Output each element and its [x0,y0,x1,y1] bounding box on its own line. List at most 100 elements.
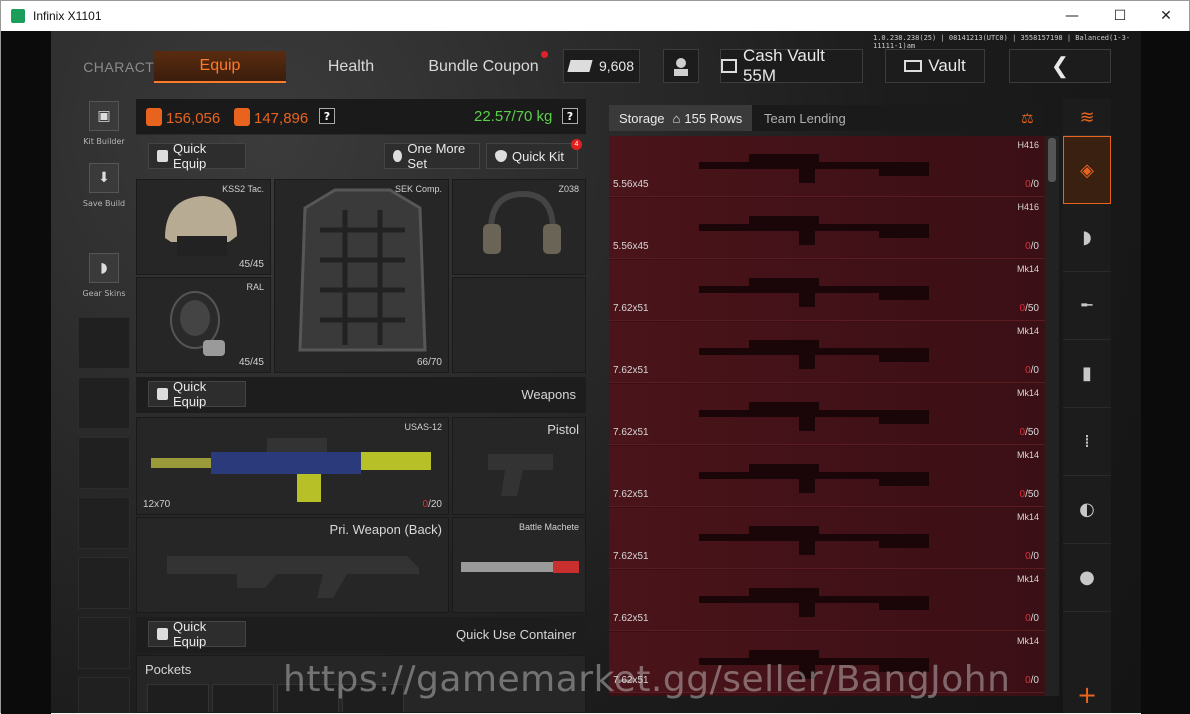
category-rifle-icon[interactable]: ╾ [1063,272,1111,340]
top-nav: CHARACTER Equip Health Bundle Coupon 9,6… [51,31,1141,91]
item-magazine: 0/0 [1025,551,1039,562]
tab-equip[interactable]: Equip [154,51,286,83]
letterbox-left [1,31,51,714]
skin-slot[interactable] [78,437,130,489]
weapon-image [699,216,929,245]
storage-item[interactable]: Mk14 7.62x51 0/50 [609,260,1045,321]
sort-icon[interactable]: ⚖ [1021,111,1043,131]
quick-kit-badge: 4 [571,139,582,150]
item-magazine: 0/0 [1025,241,1039,252]
value-help-button[interactable]: ? [319,108,335,124]
pocket-slot[interactable] [147,684,209,712]
quick-equip-label: Quick Equip [172,619,207,649]
skin-slot[interactable] [78,557,130,609]
helmet-icon: ◗ [89,253,119,283]
tab-health[interactable]: Health [301,51,401,83]
storage-scrollbar[interactable] [1045,136,1059,696]
mask-slot[interactable]: RAL 45/45 [136,277,271,373]
item-name: Mk14 [1016,512,1039,522]
category-magazine-icon[interactable]: ▮ [1063,340,1111,408]
primary-weapon-slot[interactable]: USAS-12 12x70 0/20 [136,417,449,515]
quick-kit-button[interactable]: Quick Kit 4 [486,139,582,169]
refresh-icon [393,150,403,162]
category-all-icon[interactable]: ≋ [1063,99,1111,136]
add-icon[interactable]: + [1063,677,1111,713]
usas-12-image [151,438,431,502]
weight-display: 22.57/70 kg [474,108,553,125]
skin-slot[interactable] [78,317,130,369]
storage-item[interactable]: Mk14 7.62x51 0/50 [609,446,1045,507]
category-ammo-icon[interactable]: ⁞ [1063,408,1111,476]
one-more-set-button[interactable]: One More Set [384,141,480,171]
equip-value-stat: 156,056 [146,108,220,127]
item-magazine: 0/50 [1019,303,1039,314]
primary-weapon-name: USAS-12 [404,422,442,432]
category-helmet-icon[interactable]: ◗ [1063,204,1111,272]
save-build-button[interactable]: ⬇ Save Build [78,163,130,208]
storage-header: Storage ⌂ 155 Rows Team Lending ⚖ [609,105,1044,131]
backpack-value-icon [234,108,250,126]
pocket-slot[interactable] [212,684,274,712]
money-display[interactable]: 9,608 [563,49,640,83]
quick-equip-label: Quick Equip [172,379,207,409]
cash-icon [567,60,593,72]
item-caliber: 5.56x45 [613,241,649,252]
skin-slot[interactable] [78,497,130,549]
primary-weapon-mag: 0/20 [422,499,442,510]
weapon-image [699,526,929,555]
kit-builder-button[interactable]: ▣ Kit Builder [78,101,130,146]
category-box-icon[interactable]: ◈ [1063,136,1111,204]
cash-vault-button[interactable]: Cash Vault 55M [720,46,863,85]
flask-icon [157,628,168,640]
storage-item[interactable]: Mk14 7.62x51 0/0 [609,508,1045,569]
storage-item[interactable]: Mk14 7.62x51 0/0 [609,322,1045,383]
gear-skins-button[interactable]: ◗ Gear Skins [78,253,130,298]
storage-item[interactable]: H416 5.56x45 0/0 [609,198,1045,259]
operator-icon [674,58,688,76]
equip-value: 156,056 [166,110,221,127]
avatar-button[interactable] [663,49,699,83]
item-caliber: 5.56x45 [613,179,649,190]
storage-item[interactable]: Mk14 7.62x51 0/50 [609,384,1045,445]
item-caliber: 7.62x51 [613,365,649,376]
minimize-button[interactable]: — [1049,1,1095,31]
back-weapon-label: Pri. Weapon (Back) [329,522,442,537]
helmet-slot[interactable]: KSS2 Tac. 45/45 [136,179,271,275]
headset-slot[interactable]: Z038 [452,179,586,275]
category-grenade-icon[interactable]: ● [1063,544,1111,612]
category-scope-icon[interactable]: ◐ [1063,476,1111,544]
item-caliber: 7.62x51 [613,303,649,314]
tab-storage[interactable]: Storage ⌂ 155 Rows [609,105,753,131]
armor-durability: 66/70 [416,357,442,368]
item-name: Mk14 [1016,636,1039,646]
scroll-thumb[interactable] [1048,138,1056,182]
tab-bundle-coupon[interactable]: Bundle Coupon [421,51,546,83]
close-button[interactable]: ✕ [1143,1,1189,31]
item-caliber: 7.62x51 [613,551,649,562]
weight-help-button[interactable]: ? [562,108,578,124]
quick-equip-label: Quick Equip [172,141,207,171]
empty-gear-slot[interactable] [452,277,586,373]
back-weapon-slot[interactable]: Pri. Weapon (Back) [136,517,449,613]
tab-team-lending[interactable]: Team Lending [754,105,856,131]
quick-equip-gear-button[interactable]: Quick Equip [148,141,246,171]
melee-slot[interactable]: Battle Machete [452,517,586,613]
quick-equip-container-button[interactable]: Quick Equip [148,619,246,649]
back-button[interactable]: ❮ [1009,49,1111,83]
storage-rows: 155 Rows [684,110,743,126]
pistol-slot[interactable]: Pistol [452,417,586,515]
skin-slot[interactable] [78,617,130,669]
vault-button[interactable]: Vault [885,49,985,83]
vest-icon: ▣ [89,101,119,131]
armor-slot[interactable]: SEK Comp. 66/70 [274,179,449,373]
skin-slot[interactable] [78,677,130,713]
storage-item[interactable]: H416 5.56x45 0/0 [609,136,1045,197]
maximize-button[interactable]: ☐ [1097,1,1143,31]
weapon-image [699,464,929,493]
weapon-image [699,402,929,431]
quick-equip-weapons-button[interactable]: Quick Equip [148,379,246,409]
storage-item[interactable]: Mk14 7.62x51 0/0 [609,570,1045,631]
skin-slot[interactable] [78,377,130,429]
item-name: Mk14 [1016,574,1039,584]
storage-list: H416 5.56x45 0/0 H416 5.56x45 0/0 Mk14 7.62x51 0… [609,136,1045,696]
